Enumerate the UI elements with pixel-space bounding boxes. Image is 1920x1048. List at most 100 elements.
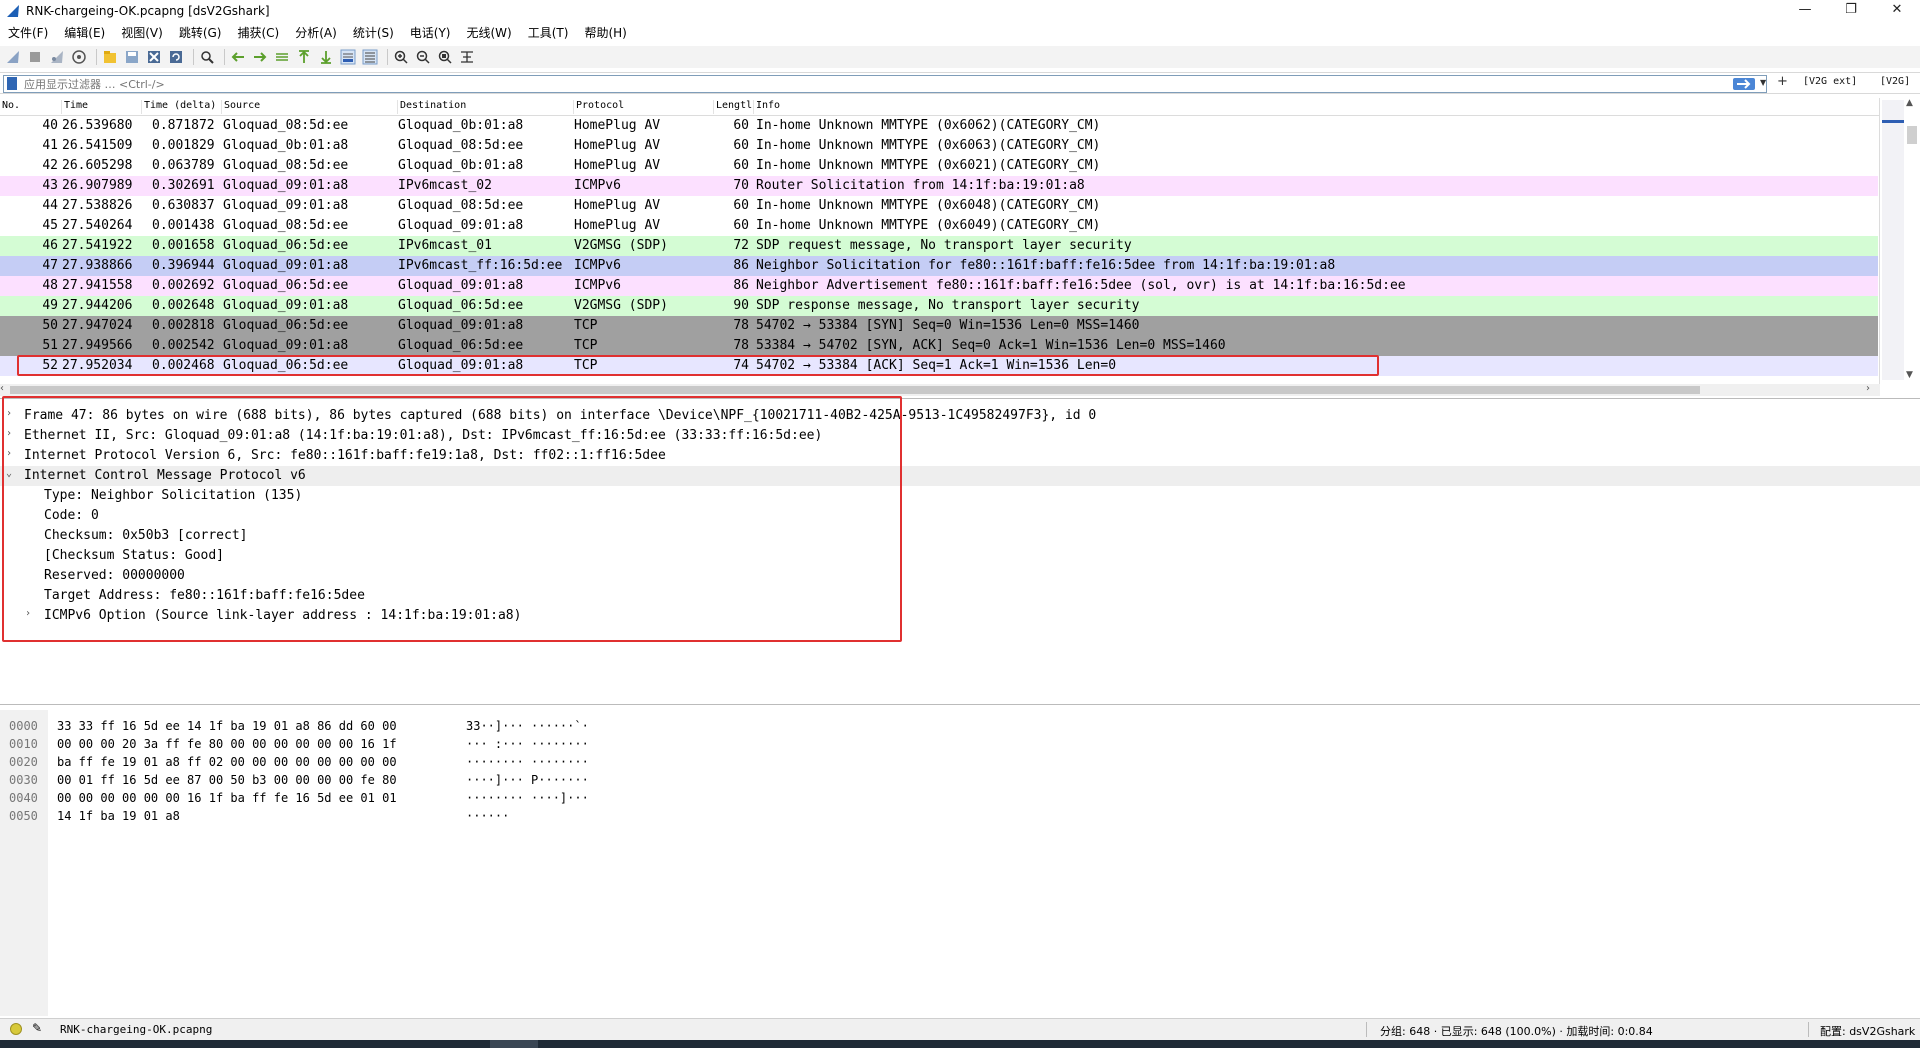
chevron-right-icon[interactable]: › (6, 408, 12, 419)
detail-tree-item[interactable]: › Ethernet II, Src: Gloquad_09:01:a8 (14:… (0, 426, 1920, 446)
bytes-row[interactable]: 0010 00 00 00 20 3a ff fe 80 00 00 00 00 … (0, 736, 1920, 754)
filter-button-v2g-ext[interactable]: [V2G ext] (1803, 76, 1857, 87)
filter-bookmark-icon[interactable] (7, 77, 17, 90)
packet-row[interactable]: 50 27.947024 0.002818 Gloquad_06:5d:ee Gloqu… (0, 316, 1878, 336)
close-button[interactable]: ✕ (1874, 0, 1920, 22)
detail-tree-item[interactable]: [Checksum Status: Good] (0, 546, 1920, 566)
packet-row[interactable]: 45 27.540264 0.001438 Gloquad_08:5d:ee Gloqu… (0, 216, 1878, 236)
scroll-up-icon[interactable]: ▲ (1906, 98, 1913, 108)
bytes-row[interactable]: 0000 33 33 ff 16 5d ee 14 1f ba 19 01 a8 … (0, 718, 1920, 736)
filter-history-dropdown[interactable]: ▼ (1760, 78, 1766, 87)
detail-tree-item[interactable]: › Frame 47: 86 bytes on wire (688 bits), … (0, 406, 1920, 426)
packet-delta: 0.063789 (152, 158, 215, 173)
detail-tree-item[interactable]: Target Address: fe80::161f:baff:fe16:5de… (0, 586, 1920, 606)
capture-comment-icon[interactable]: ✎ (32, 1021, 42, 1035)
packet-minimap[interactable] (1882, 100, 1904, 380)
reload-icon[interactable] (167, 48, 185, 66)
horizontal-scrollbar[interactable]: ‹ › (0, 383, 1880, 396)
detail-tree-item[interactable]: › Internet Protocol Version 6, Src: fe80:… (0, 446, 1920, 466)
scroll-right-icon[interactable]: › (1866, 383, 1870, 394)
packet-info: In-home Unknown MMTYPE (0x6062)(CATEGORY… (756, 118, 1101, 133)
colorize-icon[interactable] (361, 48, 379, 66)
go-forward-icon[interactable] (251, 48, 269, 66)
shark-start-icon[interactable] (4, 48, 22, 66)
stop-icon[interactable] (26, 48, 44, 66)
scroll-left-icon[interactable]: ‹ (0, 383, 4, 394)
add-filter-button[interactable]: + (1777, 74, 1788, 89)
menu-item-2[interactable]: 视图(V) (113, 22, 171, 44)
column-header-source[interactable]: Source (222, 100, 398, 114)
chevron-right-icon[interactable]: › (6, 448, 12, 459)
detail-tree-item[interactable]: Type: Neighbor Solicitation (135) (0, 486, 1920, 506)
go-to-packet-icon[interactable] (273, 48, 291, 66)
column-header-time[interactable]: Time (62, 100, 142, 114)
detail-tree-item[interactable]: Reserved: 00000000 (0, 566, 1920, 586)
packet-row[interactable]: 48 27.941558 0.002692 Gloquad_06:5d:ee Gloqu… (0, 276, 1878, 296)
packet-row[interactable]: 51 27.949566 0.002542 Gloquad_09:01:a8 Gloqu… (0, 336, 1878, 356)
zoom-out-icon[interactable] (414, 48, 432, 66)
column-header-destination[interactable]: Destination (398, 100, 574, 114)
maximize-button[interactable]: ❐ (1828, 0, 1874, 22)
restart-icon[interactable] (48, 48, 66, 66)
vertical-scroll-thumb[interactable] (1907, 126, 1917, 144)
bytes-ascii: ······ (466, 809, 510, 823)
chevron-right-icon[interactable]: › (6, 428, 12, 439)
scroll-down-icon[interactable]: ▼ (1906, 370, 1913, 380)
horizontal-scroll-thumb[interactable] (10, 386, 1700, 394)
menu-item-9[interactable]: 工具(T) (520, 22, 577, 44)
menu-item-4[interactable]: 捕获(C) (229, 22, 287, 44)
packet-row[interactable]: 44 27.538826 0.630837 Gloquad_09:01:a8 Gloqu… (0, 196, 1878, 216)
packet-row[interactable]: 43 26.907989 0.302691 Gloquad_09:01:a8 IPv6m… (0, 176, 1878, 196)
column-header-length[interactable]: Lengtl (714, 100, 754, 114)
packet-row[interactable]: 52 27.952034 0.002468 Gloquad_06:5d:ee Gloqu… (0, 356, 1878, 376)
status-profile[interactable]: 配置: dsV2Gshark (1820, 1023, 1915, 1039)
normal-size-icon[interactable] (436, 48, 454, 66)
packet-row[interactable]: 42 26.605298 0.063789 Gloquad_08:5d:ee Gloqu… (0, 156, 1878, 176)
bytes-row[interactable]: 0030 00 01 ff 16 5d ee 87 00 50 b3 00 00 … (0, 772, 1920, 790)
menu-item-10[interactable]: 帮助(H) (576, 22, 634, 44)
chevron-right-icon[interactable]: › (25, 608, 31, 619)
taskbar-app-item[interactable] (490, 1040, 538, 1048)
chevron-down-icon[interactable]: ⌄ (6, 468, 12, 479)
display-filter-input[interactable] (24, 76, 1724, 92)
column-header-protocol[interactable]: Protocol (574, 100, 714, 114)
detail-tree-item[interactable]: › ICMPv6 Option (Source link-layer addres… (0, 606, 1920, 626)
save-file-icon[interactable] (123, 48, 141, 66)
column-header-info[interactable]: Info (754, 100, 1874, 114)
menu-item-0[interactable]: 文件(F) (0, 22, 56, 44)
menu-item-3[interactable]: 跳转(G) (171, 22, 230, 44)
packet-list-scrollbar[interactable]: ▲ ▼ (1879, 98, 1920, 384)
find-icon[interactable] (198, 48, 216, 66)
bytes-row[interactable]: 0050 14 1f ba 19 01 a8 ······ (0, 808, 1920, 826)
menu-item-7[interactable]: 电话(Y) (402, 22, 459, 44)
bytes-row[interactable]: 0020 ba ff fe 19 01 a8 ff 02 00 00 00 00 … (0, 754, 1920, 772)
menu-item-1[interactable]: 编辑(E) (56, 22, 113, 44)
menu-item-5[interactable]: 分析(A) (287, 22, 345, 44)
detail-tree-item[interactable]: ⌄ Internet Control Message Protocol v6 (0, 466, 1920, 486)
bytes-row[interactable]: 0040 00 00 00 00 00 00 16 1f ba ff fe 16 … (0, 790, 1920, 808)
apply-filter-button[interactable] (1733, 78, 1755, 90)
packet-row[interactable]: 46 27.541922 0.001658 Gloquad_06:5d:ee IPv6m… (0, 236, 1878, 256)
close-file-icon[interactable] (145, 48, 163, 66)
open-file-icon[interactable] (101, 48, 119, 66)
filter-button-v2g[interactable]: [V2G] (1880, 76, 1910, 87)
minimize-button[interactable]: — (1782, 0, 1828, 22)
capture-options-icon[interactable] (70, 48, 88, 66)
packet-row[interactable]: 49 27.944206 0.002648 Gloquad_09:01:a8 Gloqu… (0, 296, 1878, 316)
expert-info-led-icon[interactable] (10, 1023, 22, 1035)
detail-tree-item[interactable]: Checksum: 0x50b3 [correct] (0, 526, 1920, 546)
last-packet-icon[interactable] (317, 48, 335, 66)
first-packet-icon[interactable] (295, 48, 313, 66)
column-header-delta[interactable]: Time (delta) (142, 100, 222, 114)
zoom-in-icon[interactable] (392, 48, 410, 66)
packet-row[interactable]: 40 26.539680 0.871872 Gloquad_08:5d:ee Gloqu… (0, 116, 1878, 136)
detail-tree-item[interactable]: Code: 0 (0, 506, 1920, 526)
packet-row[interactable]: 47 27.938866 0.396944 Gloquad_09:01:a8 IPv6m… (0, 256, 1878, 276)
packet-row[interactable]: 41 26.541509 0.001829 Gloquad_0b:01:a8 Gloqu… (0, 136, 1878, 156)
resize-columns-icon[interactable] (458, 48, 476, 66)
column-header-no[interactable]: No. (0, 100, 62, 114)
menu-item-6[interactable]: 统计(S) (345, 22, 402, 44)
menu-item-8[interactable]: 无线(W) (459, 22, 520, 44)
go-back-icon[interactable] (229, 48, 247, 66)
autoscroll-icon[interactable] (339, 48, 357, 66)
